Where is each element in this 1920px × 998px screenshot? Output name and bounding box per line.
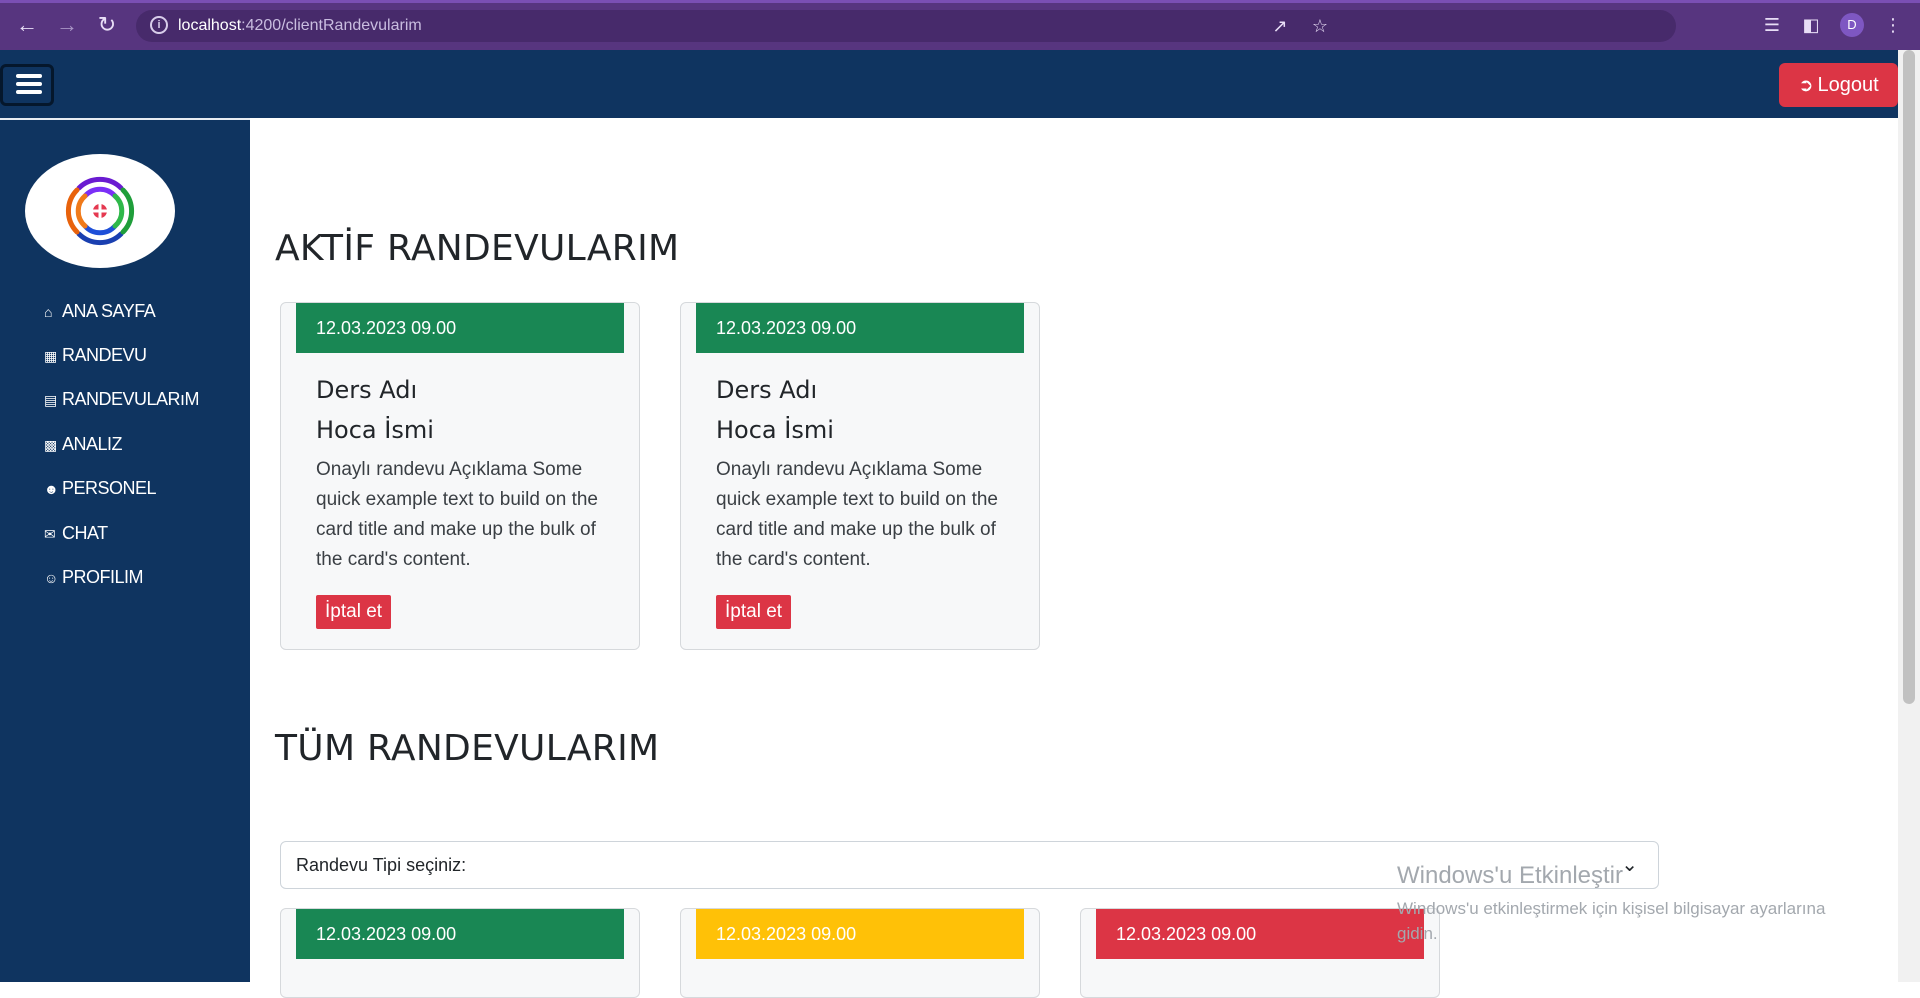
watermark-text: Windows'u etkinleştirmek için kişisel bi…	[1397, 899, 1826, 943]
app-logo	[25, 154, 175, 268]
card-date-header: 12.03.2023 09.00	[296, 303, 624, 353]
site-info-icon[interactable]: i	[150, 16, 168, 34]
select-value: Randevu Tipi seçiniz:	[296, 855, 467, 875]
sidebar-item-label: RANDEVULARıM	[62, 389, 200, 409]
hamburger-menu-button[interactable]	[0, 64, 54, 106]
appointment-card: 12.03.2023 09.00	[1080, 908, 1440, 998]
list-icon: ▤	[44, 392, 57, 408]
card-date-header: 12.03.2023 09.00	[696, 303, 1024, 353]
cancel-appointment-button[interactable]: İptal et	[716, 595, 792, 629]
url-text[interactable]: localhost:4200/clientRandevularim	[178, 17, 422, 35]
logout-button[interactable]: ➲ Logout	[1779, 63, 1898, 107]
appointment-card: 12.03.2023 09.00 Ders Adı Hoca İsmi Onay…	[680, 302, 1040, 650]
back-icon[interactable]: ←	[14, 12, 40, 38]
scrollbar-thumb[interactable]	[1903, 50, 1915, 704]
card-teacher-name: Hoca İsmi	[316, 416, 434, 444]
appointment-card: 12.03.2023 09.00	[680, 908, 1040, 998]
url-path: :4200/clientRandevularim	[241, 17, 422, 34]
home-icon: ⌂	[44, 304, 52, 320]
url-host: localhost	[178, 17, 242, 34]
logout-label: Logout	[1817, 74, 1879, 96]
page-scrollbar[interactable]	[1898, 50, 1920, 982]
sidebar-item-label: PROFILIM	[62, 567, 144, 587]
sidebar-item-label: ANA SAYFA	[62, 301, 156, 321]
sidebar-item-label: RANDEVU	[62, 345, 147, 365]
app-topbar: ➲ Logout	[0, 50, 1898, 118]
sidebar-item-randevularim[interactable]: ▤ RANDEVULARıM	[44, 389, 200, 410]
bookmark-star-icon[interactable]: ☆	[1310, 16, 1330, 36]
chat-icon: ✉	[44, 526, 56, 542]
side-panel-icon[interactable]: ◧	[1800, 14, 1822, 36]
windows-activation-watermark: Windows'u Etkinleştir Windows'u etkinleş…	[1397, 862, 1867, 946]
share-icon[interactable]: ↗	[1270, 16, 1290, 36]
sidebar-item-label: CHAT	[62, 523, 108, 543]
card-date-header: 12.03.2023 09.00	[296, 909, 624, 959]
sidebar-item-analiz[interactable]: ▩ ANALIZ	[44, 434, 123, 455]
profile-avatar[interactable]: D	[1840, 13, 1864, 37]
sidebar-item-ana-sayfa[interactable]: ⌂ ANA SAYFA	[44, 301, 156, 322]
appointment-card: 12.03.2023 09.00	[280, 908, 640, 998]
sidebar-item-profilim[interactable]: ☺ PROFILIM	[44, 567, 144, 588]
sidebar-item-randevu[interactable]: ▦ RANDEVU	[44, 345, 147, 366]
calendar-icon: ▦	[44, 348, 57, 364]
hamburger-line	[16, 74, 42, 78]
forward-icon[interactable]: →	[54, 12, 80, 38]
sidebar: ⌂ ANA SAYFA ▦ RANDEVU ▤ RANDEVULARıM ▩ ANALI…	[0, 120, 250, 982]
browser-toolbar: ← → ↻ i localhost:4200/clientRandevulari…	[0, 0, 1920, 50]
chart-icon: ▩	[44, 437, 57, 453]
card-course-name: Ders Adı	[716, 376, 818, 404]
sidebar-item-label: ANALIZ	[62, 434, 123, 454]
reload-icon[interactable]: ↻	[94, 12, 120, 38]
address-bar[interactable]: i localhost:4200/clientRandevularim ↗ ☆	[136, 10, 1676, 42]
media-queue-icon[interactable]: ☰	[1761, 14, 1783, 36]
card-description: Onaylı randevu Açıklama Some quick examp…	[316, 459, 599, 570]
browser-menu-icon[interactable]: ⋮	[1882, 14, 1904, 36]
hamburger-line	[16, 82, 42, 86]
card-teacher-name: Hoca İsmi	[716, 416, 834, 444]
user-icon: ☺	[44, 570, 58, 586]
watermark-title: Windows'u Etkinleştir	[1397, 862, 1623, 889]
hamburger-line	[16, 90, 42, 94]
sidebar-item-personel[interactable]: ☻ PERSONEL	[44, 478, 157, 499]
appointment-card: 12.03.2023 09.00 Ders Adı Hoca İsmi Onay…	[280, 302, 640, 650]
card-date-header: 12.03.2023 09.00	[696, 909, 1024, 959]
active-section-title: AKTİF RANDEVULARIM	[275, 228, 680, 269]
sidebar-item-label: PERSONEL	[62, 478, 157, 498]
all-section-title: TÜM RANDEVULARIM	[275, 728, 660, 769]
cancel-appointment-button[interactable]: İptal et	[316, 595, 392, 629]
tab-strip-edge	[0, 0, 1920, 3]
card-course-name: Ders Adı	[316, 376, 418, 404]
users-icon: ☻	[44, 481, 59, 497]
card-date-header: 12.03.2023 09.00	[1096, 909, 1424, 959]
sign-out-icon: ➲	[1798, 75, 1814, 95]
card-description: Onaylı randevu Açıklama Some quick examp…	[716, 459, 999, 570]
logo-signal-icon	[65, 176, 135, 246]
sidebar-item-chat[interactable]: ✉ CHAT	[44, 523, 108, 544]
